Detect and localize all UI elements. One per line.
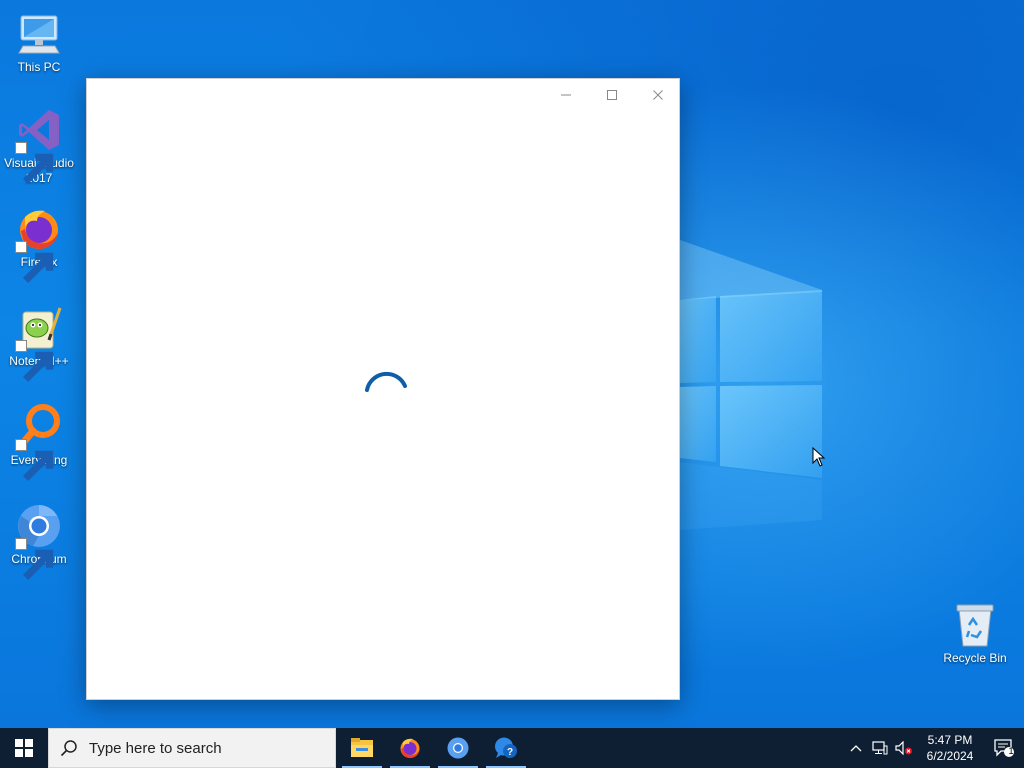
- desktop-icon-label: This PC: [17, 60, 61, 74]
- minimize-icon: [561, 94, 571, 96]
- taskbar-search-box[interactable]: Type here to search: [48, 728, 336, 768]
- shortcut-arrow-icon: [15, 538, 54, 580]
- chevron-up-icon: [850, 745, 862, 752]
- taskbar-help-app[interactable]: ?: [482, 728, 530, 768]
- volume-button[interactable]: [892, 728, 916, 768]
- search-placeholder: Type here to search: [89, 739, 222, 757]
- loading-spinner-icon: [365, 371, 407, 392]
- shortcut-arrow-icon: [15, 142, 54, 184]
- shortcut-arrow-icon: [15, 340, 54, 382]
- taskbar-file-explorer[interactable]: [338, 728, 386, 768]
- mouse-cursor-icon: [812, 447, 826, 467]
- close-button[interactable]: [635, 79, 681, 111]
- desktop-icon-firefox[interactable]: Firefox: [0, 205, 78, 283]
- network-button[interactable]: [868, 728, 892, 768]
- close-icon: [653, 90, 663, 100]
- shortcut-arrow-icon: [15, 241, 54, 283]
- desktop-icon-recycle-bin[interactable]: Recycle Bin: [936, 601, 1014, 666]
- desktop-icon-visual-studio[interactable]: Visual Studio 2017: [0, 106, 78, 186]
- firefox-icon: [400, 738, 420, 758]
- volume-muted-icon: [895, 741, 912, 755]
- clock-date: 6/2/2024: [926, 749, 974, 763]
- minimize-button[interactable]: [543, 79, 589, 111]
- desktop-icon-this-pc[interactable]: This PC: [0, 10, 78, 75]
- desktop-icon-everything[interactable]: Everything: [0, 403, 78, 481]
- clock[interactable]: 5:47 PM 6/2/2024: [916, 732, 984, 764]
- desktop-icon-notepadpp[interactable]: Notepad++: [0, 304, 78, 382]
- desktop-icon-label: Recycle Bin: [943, 651, 1007, 665]
- computer-icon: [18, 15, 60, 54]
- windows-start-icon: [15, 739, 33, 757]
- app-window: [86, 78, 680, 700]
- action-center-button[interactable]: 1: [984, 728, 1024, 768]
- taskbar-firefox[interactable]: [386, 728, 434, 768]
- file-explorer-icon: [351, 738, 373, 757]
- chromium-icon: [447, 737, 469, 759]
- show-hidden-icons-button[interactable]: [844, 728, 868, 768]
- search-icon: [49, 728, 89, 768]
- network-icon: [872, 741, 888, 755]
- taskbar: Type here to search ? 5:47 PM 6/2/2024 1: [0, 728, 1024, 768]
- start-button[interactable]: [0, 728, 48, 768]
- shortcut-arrow-icon: [15, 439, 54, 481]
- maximize-icon: [607, 90, 617, 100]
- clock-time: 5:47 PM: [927, 733, 973, 747]
- system-tray: 5:47 PM 6/2/2024 1: [844, 728, 1024, 768]
- desktop-icon-chromium[interactable]: Chromium: [0, 502, 78, 580]
- taskbar-chromium[interactable]: [434, 728, 482, 768]
- maximize-button[interactable]: [589, 79, 635, 111]
- help-app-icon: ?: [494, 737, 517, 758]
- notification-count-badge: 1: [1008, 746, 1014, 756]
- recycle-bin-icon: [956, 604, 994, 647]
- svg-text:?: ?: [507, 747, 513, 758]
